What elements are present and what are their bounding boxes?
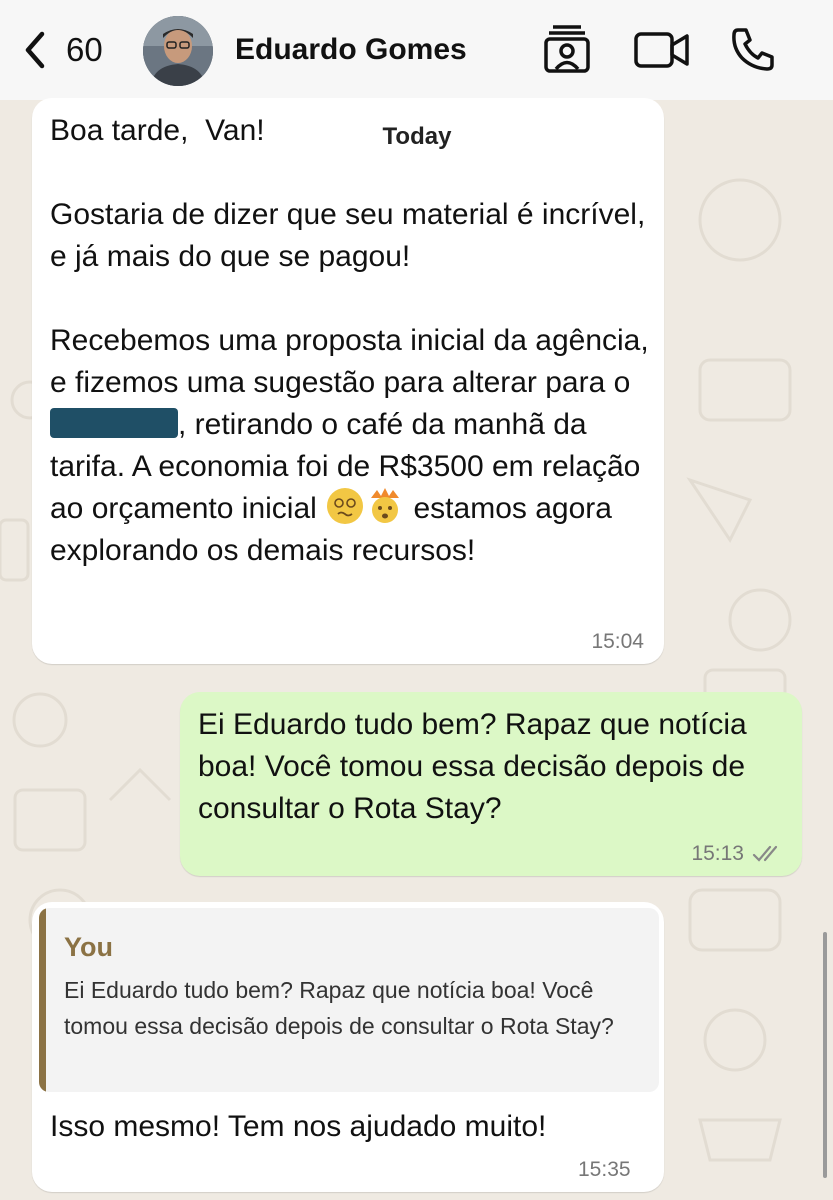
- video-call-button[interactable]: [634, 30, 690, 70]
- voice-call-button[interactable]: [730, 26, 776, 72]
- chat-header: 60 Eduardo Gomes: [0, 0, 833, 100]
- quote-accent-bar: [39, 908, 46, 1092]
- message-greeting: Boa tarde, Van!: [50, 114, 265, 147]
- outgoing-message-bubble[interactable]: Ei Eduardo tudo bem? Rapaz que notícia b…: [180, 692, 802, 876]
- phone-icon: [732, 28, 774, 71]
- message-timestamp: 15:04: [591, 630, 644, 653]
- message-paragraph: Gostaria de dizer que seu material é inc…: [50, 198, 646, 273]
- contact-card-icon: [544, 25, 590, 73]
- exploding-head-emoji: [367, 488, 403, 524]
- double-check-icon: [752, 845, 778, 862]
- chevron-left-icon: [25, 31, 45, 69]
- quoted-message[interactable]: You Ei Eduardo tudo bem? Rapaz que notíc…: [39, 908, 659, 1092]
- message-paragraph: Recebemos uma proposta inicial da agênci…: [50, 320, 650, 572]
- video-call-icon: [634, 32, 689, 68]
- contact-avatar[interactable]: [143, 16, 213, 86]
- quote-author: You: [64, 932, 113, 962]
- message-timestamp: 15:35: [578, 1158, 631, 1181]
- dizzy-face-emoji: [327, 488, 364, 524]
- back-button[interactable]: 60: [22, 30, 103, 70]
- date-separator: Today: [359, 116, 475, 158]
- avatar-photo: [143, 16, 213, 86]
- message-text: Isso mesmo! Tem nos ajudado muito!: [50, 1110, 547, 1143]
- dizzy-face-icon: [328, 489, 363, 523]
- redacted-text: [50, 408, 178, 438]
- message-text: Ei Eduardo tudo bem? Rapaz que notícia b…: [198, 708, 747, 825]
- incoming-message-bubble[interactable]: Boa tarde, Van! Gostaria de dizer que se…: [32, 98, 664, 664]
- scrollbar[interactable]: [823, 932, 827, 1178]
- contact-name[interactable]: Eduardo Gomes: [235, 33, 467, 67]
- contact-card-button[interactable]: [543, 24, 591, 74]
- message-text: Recebemos uma proposta inicial da agênci…: [50, 324, 649, 399]
- message-timestamp: 15:13: [691, 842, 744, 865]
- quote-text: Ei Eduardo tudo bem? Rapaz que notícia b…: [64, 977, 614, 1039]
- exploding-head-icon: [371, 488, 400, 523]
- unread-count: 60: [66, 31, 103, 68]
